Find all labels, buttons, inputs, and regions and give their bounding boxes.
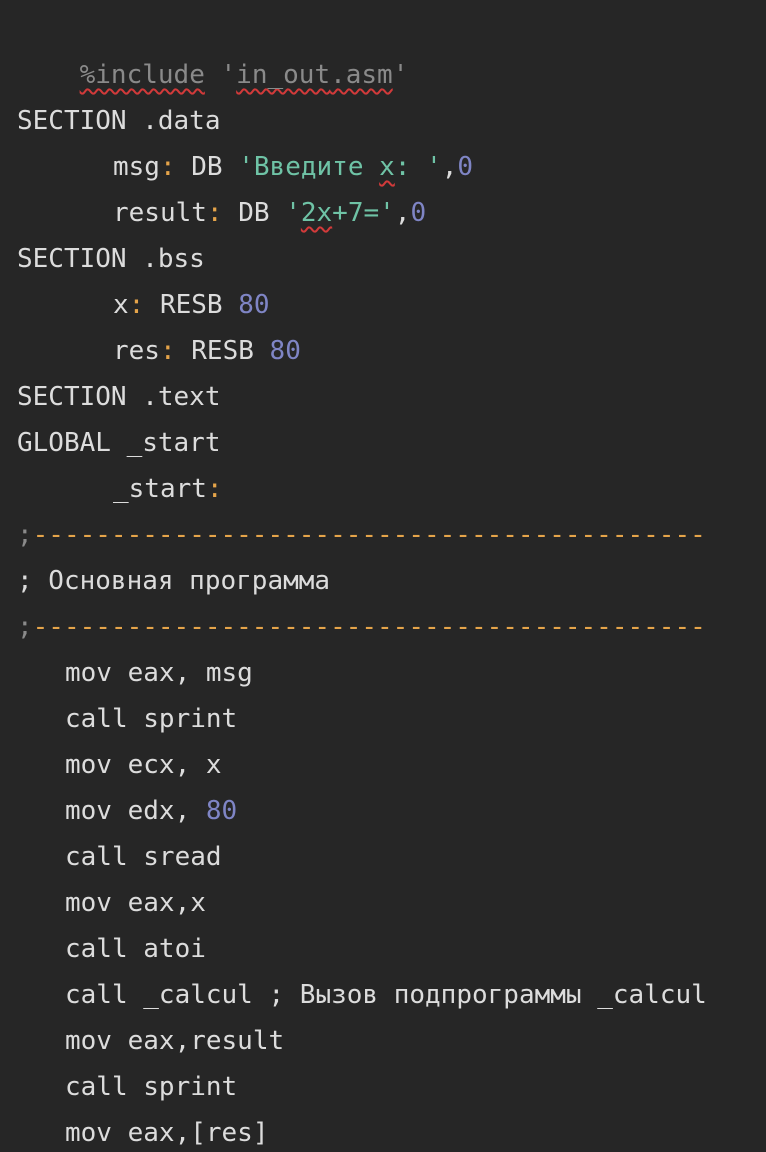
code-line-16[interactable]: call sprint [0, 696, 766, 742]
code-line-15[interactable]: mov eax, msg [0, 650, 766, 696]
code-line-20[interactable]: mov eax,x [0, 880, 766, 926]
section-bss: SECTION .bss [17, 244, 205, 274]
instruction: call atoi [65, 934, 206, 964]
instruction: mov eax,[res] [65, 1118, 269, 1148]
instruction: call _calcul ; Вызов подпрограммы _calcu… [65, 980, 707, 1010]
instruction: call sprint [65, 1072, 238, 1102]
code-line-12[interactable]: ;---------------------------------------… [0, 512, 766, 558]
code-line-5[interactable]: result: DB '2x+7=',0 [0, 190, 766, 236]
label-res: res [113, 336, 160, 366]
code-line-17[interactable]: mov ecx, x [0, 742, 766, 788]
instruction: call sprint [65, 704, 238, 734]
comment-separator: ; [17, 520, 33, 550]
instruction: mov eax,x [65, 888, 206, 918]
label-x: x [113, 290, 129, 320]
label-start: _start [113, 474, 207, 504]
code-line-14[interactable]: ;---------------------------------------… [0, 604, 766, 650]
label-msg: msg [113, 152, 160, 182]
code-line-24[interactable]: call sprint [0, 1064, 766, 1110]
code-line-22[interactable]: call _calcul ; Вызов подпрограммы _calcu… [0, 972, 766, 1018]
global-start: GLOBAL _start [17, 428, 221, 458]
instruction: call sread [65, 842, 222, 872]
comment-main-program: ; Основная программа [17, 566, 331, 596]
instruction: mov ecx, x [65, 750, 222, 780]
code-line-13[interactable]: ; Основная программа [0, 558, 766, 604]
code-line-10[interactable]: GLOBAL _start [0, 420, 766, 466]
code-line-21[interactable]: call atoi [0, 926, 766, 972]
code-line-4[interactable]: msg: DB 'Введите x: ',0 [0, 144, 766, 190]
comment-separator: ; [17, 612, 33, 642]
code-line-23[interactable]: mov eax,result [0, 1018, 766, 1064]
code-line-6[interactable]: SECTION .bss [0, 236, 766, 282]
label-result: result [113, 198, 207, 228]
code-line-1[interactable]: %include 'in_out.asm' [0, 6, 766, 90]
instruction: mov eax,result [65, 1026, 285, 1056]
code-line-8[interactable]: res: RESB 80 [0, 328, 766, 374]
instruction: mov edx, [65, 796, 206, 826]
section-data: SECTION .data [17, 106, 221, 136]
section-text: SECTION .text [17, 382, 221, 412]
code-line-7[interactable]: x: RESB 80 [0, 282, 766, 328]
code-line-11[interactable]: _start: [0, 466, 766, 512]
code-line-9[interactable]: SECTION .text [0, 374, 766, 420]
code-line-18[interactable]: mov edx, 80 [0, 788, 766, 834]
code-line-19[interactable]: call sread [0, 834, 766, 880]
code-line-3[interactable]: SECTION .data [0, 98, 766, 144]
code-editor[interactable]: %include 'in_out.asm' SECTION .data msg:… [0, 0, 766, 1152]
instruction: mov eax, msg [65, 658, 253, 688]
code-line-2[interactable] [0, 52, 766, 98]
code-line-25[interactable]: mov eax,[res] [0, 1110, 766, 1152]
